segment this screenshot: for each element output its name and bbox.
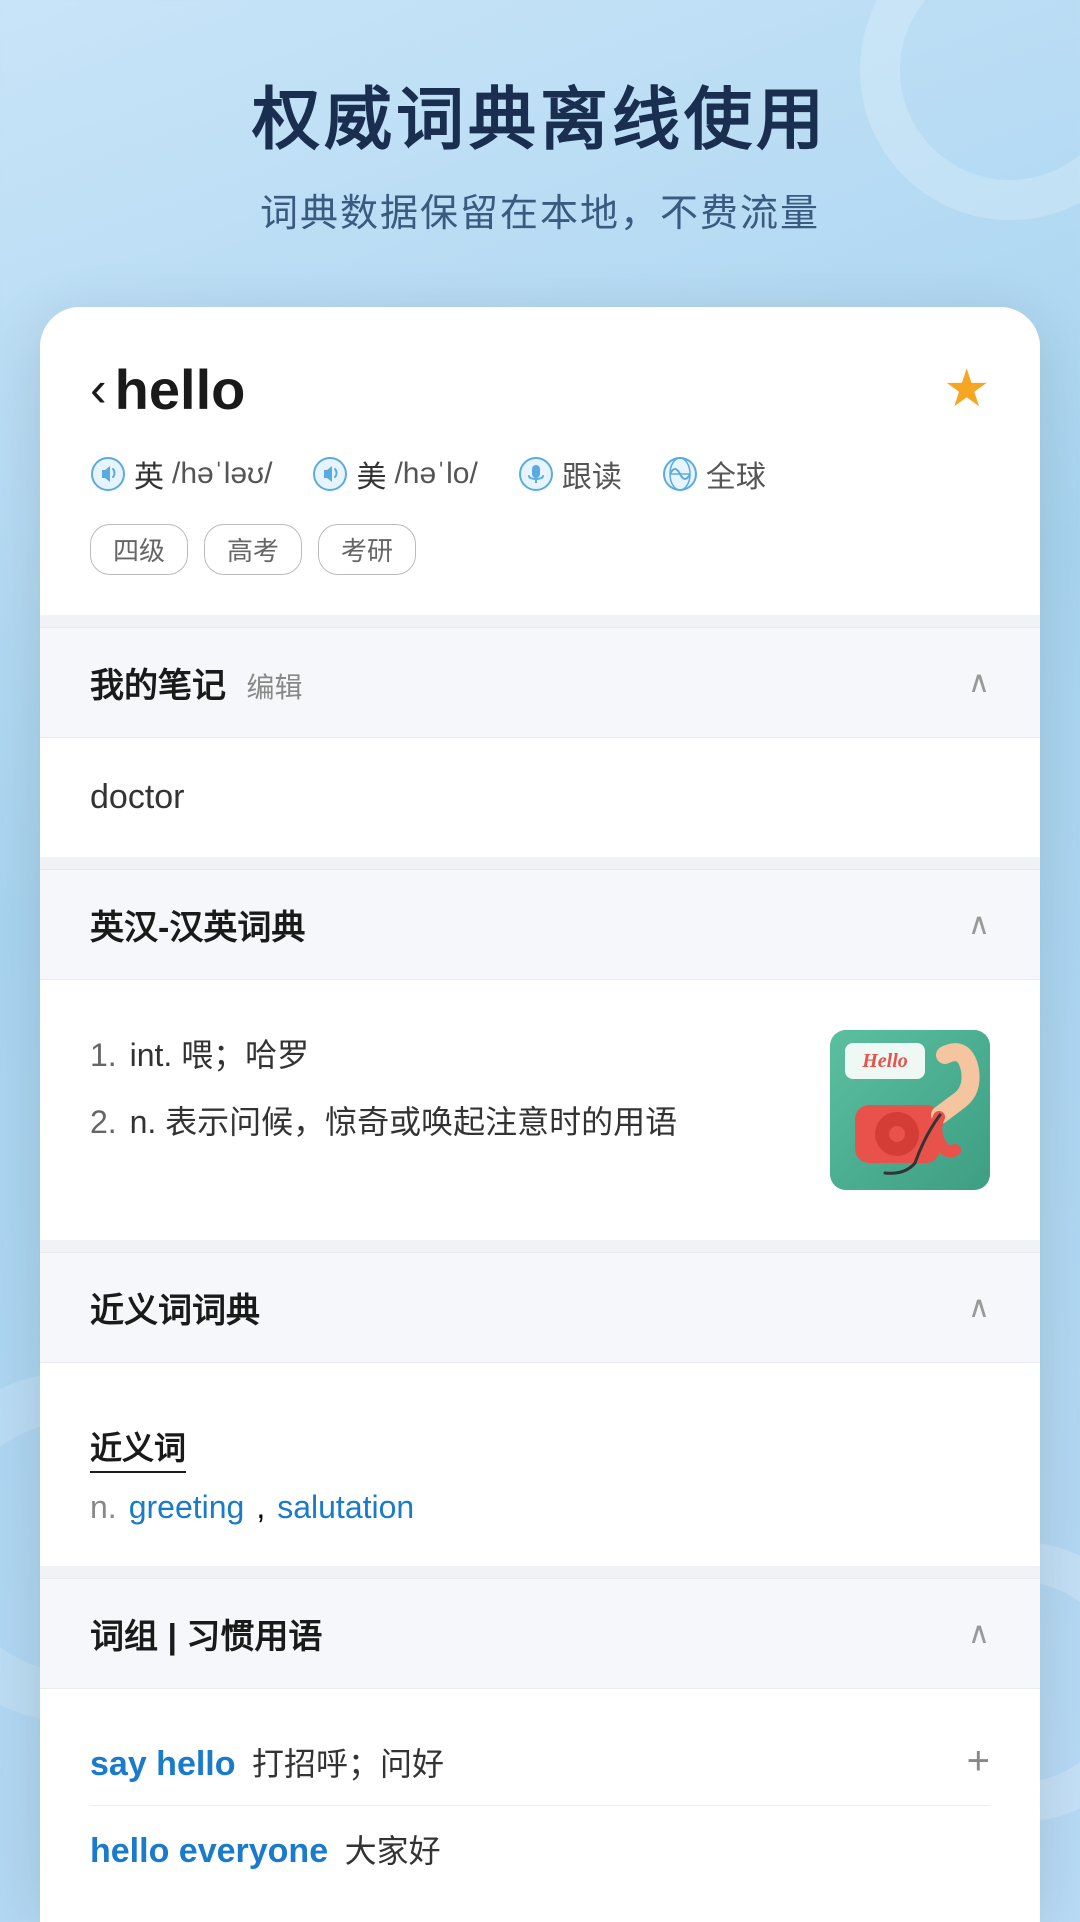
tag-cet4: 四级 bbox=[90, 524, 188, 575]
follow-read-button[interactable]: 跟读 bbox=[518, 452, 622, 496]
def-text-2: 表示问候，惊奇或唤起注意时的用语 bbox=[165, 1104, 677, 1140]
word-text: hello bbox=[115, 357, 246, 422]
us-speaker-icon bbox=[312, 456, 348, 492]
synonym-section-header[interactable]: 近义词词典 ∧ bbox=[40, 1252, 1040, 1362]
divider-4 bbox=[40, 1566, 1040, 1578]
notes-section-title-row: 我的笔记 编辑 bbox=[90, 658, 302, 707]
def-number-1: 1. bbox=[90, 1037, 117, 1073]
synonym-word-1[interactable]: greeting bbox=[129, 1489, 245, 1526]
notes-chevron-icon: ∧ bbox=[968, 665, 990, 700]
phrase-1-cn: 打招呼；问好 bbox=[252, 1746, 444, 1782]
dict-definitions-row: 1. int. 喂；哈罗 2. n. 表示问候，惊奇或唤起注意时的用语 bbox=[90, 1010, 990, 1210]
promo-subtitle: 词典数据保留在本地，不费流量 bbox=[40, 182, 1040, 237]
global-icon bbox=[662, 456, 698, 492]
promo-title: 权威词典离线使用 bbox=[40, 80, 1040, 162]
def-pos-2: n. bbox=[130, 1104, 157, 1140]
synonym-chevron-icon: ∧ bbox=[968, 1290, 990, 1325]
dictionary-card: ‹ hello ★ 英 /həˈləʊ/ bbox=[40, 307, 1040, 1922]
uk-label: 英 bbox=[134, 452, 164, 496]
dict-chevron-icon: ∧ bbox=[968, 907, 990, 942]
synonym-content: 近义词 n. greeting , salutation bbox=[40, 1362, 1040, 1566]
back-button[interactable]: ‹ bbox=[90, 360, 107, 418]
phrase-item-1: say hello 打招呼；问好 + bbox=[90, 1719, 990, 1806]
phrase-2-text: hello everyone 大家好 bbox=[90, 1826, 441, 1872]
dict-section-header[interactable]: 英汉-汉英词典 ∧ bbox=[40, 869, 1040, 979]
notes-content: doctor bbox=[40, 737, 1040, 857]
uk-speaker-icon bbox=[90, 456, 126, 492]
notes-section-header[interactable]: 我的笔记 编辑 ∧ bbox=[40, 627, 1040, 737]
phrase-item-2: hello everyone 大家好 bbox=[90, 1806, 990, 1892]
word-back-title: ‹ hello bbox=[90, 357, 245, 422]
dict-content: 1. int. 喂；哈罗 2. n. 表示问候，惊奇或唤起注意时的用语 bbox=[40, 979, 1040, 1240]
phrase-chevron-icon: ∧ bbox=[968, 1616, 990, 1651]
telephone-illustration: Hello bbox=[835, 1035, 985, 1185]
us-label: 美 bbox=[356, 452, 386, 496]
exam-tags: 四级 高考 考研 bbox=[90, 524, 990, 575]
divider-2 bbox=[40, 857, 1040, 869]
notes-title: 我的笔记 bbox=[90, 667, 226, 705]
phrase-1-add-button[interactable]: + bbox=[967, 1739, 990, 1784]
tag-gaokao: 高考 bbox=[204, 524, 302, 575]
svg-text:Hello: Hello bbox=[861, 1050, 908, 1072]
note-text: doctor bbox=[90, 768, 990, 827]
favorite-star-icon[interactable]: ★ bbox=[943, 359, 990, 419]
synonym-title: 近义词词典 bbox=[90, 1283, 260, 1332]
tag-kaoyan: 考研 bbox=[318, 524, 416, 575]
synonym-separator: , bbox=[256, 1489, 265, 1526]
word-header: ‹ hello ★ 英 /həˈləʊ/ bbox=[40, 307, 1040, 615]
synonym-body: 近义词 n. greeting , salutation bbox=[90, 1393, 990, 1536]
phrase-content: say hello 打招呼；问好 + hello everyone 大家好 bbox=[40, 1688, 1040, 1922]
synonym-word-2[interactable]: salutation bbox=[277, 1489, 414, 1526]
synonym-words-row: n. greeting , salutation bbox=[90, 1489, 990, 1526]
microphone-icon bbox=[518, 456, 554, 492]
divider-1 bbox=[40, 615, 1040, 627]
uk-pronunciation[interactable]: 英 /həˈləʊ/ bbox=[90, 452, 272, 496]
uk-phonetic: /həˈləʊ/ bbox=[172, 457, 272, 491]
hello-image: Hello bbox=[830, 1030, 990, 1190]
synonym-pos: n. bbox=[90, 1489, 117, 1526]
dict-title: 英汉-汉英词典 bbox=[90, 900, 305, 949]
phrase-section-header[interactable]: 词组 | 习惯用语 ∧ bbox=[40, 1578, 1040, 1688]
divider-3 bbox=[40, 1240, 1040, 1252]
us-pronunciation[interactable]: 美 /həˈlo/ bbox=[312, 452, 477, 496]
def-number-2: 2. bbox=[90, 1104, 117, 1140]
hello-image-bg: Hello bbox=[830, 1030, 990, 1190]
definition-2: 2. n. 表示问候，惊奇或唤起注意时的用语 bbox=[90, 1097, 810, 1148]
follow-read-label: 跟读 bbox=[562, 452, 622, 496]
phrase-2-en[interactable]: hello everyone bbox=[90, 1832, 328, 1870]
phrase-title: 词组 | 习惯用语 bbox=[90, 1609, 322, 1658]
global-label: 全球 bbox=[706, 452, 766, 496]
notes-edit-button[interactable]: 编辑 bbox=[246, 672, 302, 703]
dict-definitions: 1. int. 喂；哈罗 2. n. 表示问候，惊奇或唤起注意时的用语 bbox=[90, 1030, 810, 1164]
definition-1: 1. int. 喂；哈罗 bbox=[90, 1030, 810, 1081]
promo-header: 权威词典离线使用 词典数据保留在本地，不费流量 bbox=[0, 0, 1080, 287]
synonyms-heading: 近义词 bbox=[90, 1423, 186, 1473]
global-button[interactable]: 全球 bbox=[662, 452, 766, 496]
pronunciation-row: 英 /həˈləʊ/ 美 /həˈlo/ bbox=[90, 452, 990, 496]
def-text-1: 喂；哈罗 bbox=[181, 1037, 309, 1073]
phrase-2-cn: 大家好 bbox=[345, 1833, 441, 1869]
phrase-1-en[interactable]: say hello bbox=[90, 1745, 236, 1783]
us-phonetic: /həˈlo/ bbox=[394, 457, 477, 491]
word-title-row: ‹ hello ★ bbox=[90, 357, 990, 422]
def-pos-1: int. bbox=[130, 1037, 173, 1073]
phrase-1-text: say hello 打招呼；问好 bbox=[90, 1739, 444, 1785]
